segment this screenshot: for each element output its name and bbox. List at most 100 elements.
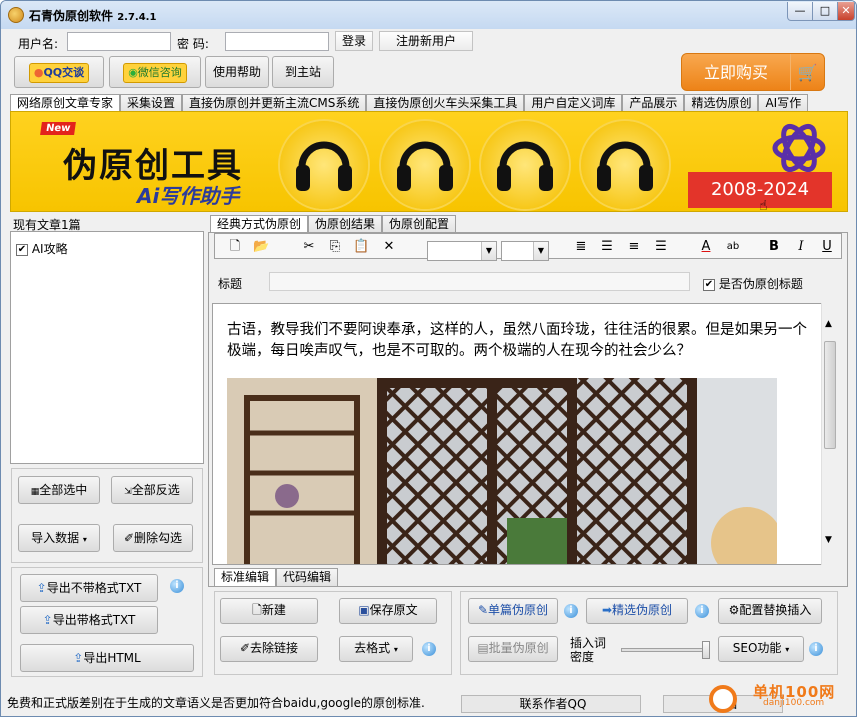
help-info-icon[interactable]: i bbox=[695, 604, 709, 618]
register-button[interactable]: 注册新用户 bbox=[379, 31, 473, 51]
help-info-icon[interactable]: i bbox=[564, 604, 578, 618]
maximize-button[interactable]: □ bbox=[812, 2, 838, 21]
arrow-right-icon: ➡ bbox=[601, 603, 613, 617]
tab-custom-dictionary[interactable]: 用户自定义词库 bbox=[524, 94, 623, 112]
export-formatted-txt-button[interactable]: ⇪导出带格式TXT bbox=[20, 606, 158, 634]
align-justify-icon[interactable]: ≣ bbox=[573, 239, 589, 255]
promo-banner[interactable]: New 伪原创工具 Ai写作助手 2008-2024 ☝ bbox=[10, 111, 848, 212]
batch-pseudo-button[interactable]: ▤批量伪原创 bbox=[468, 636, 558, 662]
align-center-icon[interactable]: ≡ bbox=[626, 239, 642, 255]
editor-scrollbar[interactable]: ▲ ▼ bbox=[821, 303, 838, 565]
tab-collect-settings[interactable]: 采集设置 bbox=[120, 94, 183, 112]
density-slider[interactable] bbox=[621, 641, 710, 659]
export-icon: ⇪ bbox=[73, 651, 84, 665]
tab-classic-pseudo[interactable]: 经典方式伪原创 bbox=[210, 215, 309, 233]
article-panel: 现有文章1篇 ✔ AI攻略 bbox=[10, 215, 204, 464]
slider-thumb[interactable] bbox=[702, 641, 710, 659]
new-button[interactable]: 🗋新建 bbox=[220, 598, 318, 624]
save-original-button[interactable]: ▣保存原文 bbox=[339, 598, 437, 624]
tab-product-showcase[interactable]: 产品展示 bbox=[622, 94, 685, 112]
help-info-icon[interactable]: i bbox=[809, 642, 823, 656]
copy-icon[interactable]: ⎘ bbox=[327, 239, 343, 255]
dropdown-arrow-icon: ▾ bbox=[82, 535, 87, 544]
italic-icon[interactable]: I bbox=[793, 239, 809, 255]
help-info-icon[interactable]: i bbox=[170, 579, 184, 593]
new-doc-icon[interactable]: 🗋 bbox=[227, 239, 243, 255]
seo-function-dropdown[interactable]: SEO功能 ▾ bbox=[718, 636, 804, 662]
watermark-url: danji100.com bbox=[763, 698, 825, 708]
scroll-down-icon[interactable]: ▼ bbox=[825, 535, 832, 545]
underline-icon[interactable]: U bbox=[819, 239, 835, 255]
username-label: 用户名: bbox=[18, 37, 59, 51]
title-bar: 石青伪原创软件 2.7.4.1 — □ ✕ bbox=[1, 1, 856, 29]
main-site-button[interactable]: 到主站 bbox=[272, 56, 334, 88]
tab-standard-edit[interactable]: 标准编辑 bbox=[214, 568, 277, 586]
article-list[interactable]: ✔ AI攻略 bbox=[10, 231, 204, 464]
tab-locomotive-tool[interactable]: 直接伪原创火车头采集工具 bbox=[366, 94, 525, 112]
tab-pseudo-config[interactable]: 伪原创配置 bbox=[382, 215, 457, 233]
tab-ai-writing[interactable]: AI写作 bbox=[758, 94, 809, 112]
cut-icon[interactable]: ✂ bbox=[301, 239, 317, 255]
contact-author-button[interactable]: 联系作者QQ bbox=[461, 695, 641, 713]
qq-chat-button[interactable]: ●QQ交谈 bbox=[14, 56, 104, 88]
main-tab-bar: 网络原创文章专家 采集设置 直接伪原创并更新主流CMS系统 直接伪原创火车头采集… bbox=[10, 94, 809, 112]
font-color-icon[interactable]: A bbox=[698, 239, 714, 255]
export-group: ⇪导出不带格式TXT i ⇪导出带格式TXT ⇪导出HTML bbox=[11, 567, 203, 677]
headphones-icon bbox=[481, 121, 569, 209]
selected-pseudo-button[interactable]: ➡精选伪原创 bbox=[586, 598, 688, 624]
select-all-button[interactable]: ▦全部选中 bbox=[18, 476, 100, 504]
login-button[interactable]: 登录 bbox=[335, 31, 373, 51]
config-icon: ⚙ bbox=[728, 603, 740, 617]
font-family-select[interactable]: ▼ bbox=[427, 241, 497, 261]
invert-icon: ⇲ bbox=[124, 487, 132, 497]
wechat-icon: ◉ bbox=[128, 65, 138, 79]
remove-links-button[interactable]: ✐去除链接 bbox=[220, 636, 318, 662]
article-title-input[interactable] bbox=[269, 272, 690, 291]
import-data-dropdown[interactable]: 导入数据 ▾ bbox=[18, 524, 100, 552]
edit-mode-tabs: 标准编辑 代码编辑 bbox=[214, 568, 339, 586]
password-input[interactable] bbox=[225, 32, 329, 51]
list-actions-group: ▦全部选中 ⇲全部反选 导入数据 ▾ ✐删除勾选 bbox=[11, 468, 203, 563]
single-pseudo-button[interactable]: ✎单篇伪原创 bbox=[468, 598, 558, 624]
dropdown-arrow-icon: ▾ bbox=[785, 645, 790, 654]
invert-select-button[interactable]: ⇲全部反选 bbox=[111, 476, 193, 504]
tab-code-edit[interactable]: 代码编辑 bbox=[276, 568, 339, 586]
align-right-icon[interactable]: ☰ bbox=[653, 239, 669, 255]
wechat-button[interactable]: ◉微信咨询 bbox=[109, 56, 201, 88]
font-size-select[interactable]: ▼ bbox=[501, 241, 549, 261]
tab-selected-pseudo[interactable]: 精选伪原创 bbox=[684, 94, 759, 112]
select-all-icon: ▦ bbox=[30, 487, 40, 497]
list-item[interactable]: ✔ AI攻略 bbox=[16, 240, 68, 257]
close-button[interactable]: ✕ bbox=[837, 2, 855, 21]
export-html-button[interactable]: ⇪导出HTML bbox=[20, 644, 194, 672]
bold-icon[interactable]: B bbox=[766, 239, 782, 255]
delete-icon[interactable]: ✕ bbox=[381, 239, 397, 255]
scroll-up-icon[interactable]: ▲ bbox=[825, 319, 832, 329]
export-plain-txt-button[interactable]: ⇪导出不带格式TXT bbox=[20, 574, 158, 602]
tab-cms-update[interactable]: 直接伪原创并更新主流CMS系统 bbox=[182, 94, 367, 112]
tab-pseudo-result[interactable]: 伪原创结果 bbox=[308, 215, 383, 233]
help-info-icon[interactable]: i bbox=[422, 642, 436, 656]
scrollbar-thumb[interactable] bbox=[824, 341, 836, 449]
rich-text-editor[interactable]: 古语，教导我们不要阿谀奉承，这样的人，虽然八面玲珑，往往活的很累。但是如果另一个… bbox=[212, 303, 838, 565]
remove-format-dropdown[interactable]: 去格式 ▾ bbox=[339, 636, 413, 662]
document-actions-group: 🗋新建 ▣保存原文 ✐去除链接 去格式 ▾ i bbox=[214, 591, 452, 675]
minimize-button[interactable]: — bbox=[787, 2, 813, 21]
config-replace-button[interactable]: ⚙配置替换插入 bbox=[718, 598, 822, 624]
highlight-icon[interactable]: ab bbox=[725, 239, 741, 255]
delete-checked-button[interactable]: ✐删除勾选 bbox=[113, 524, 193, 552]
tab-article-expert[interactable]: 网络原创文章专家 bbox=[10, 94, 121, 112]
password-label: 密 码: bbox=[177, 37, 209, 51]
openai-logo-icon bbox=[772, 123, 826, 172]
article-checkbox[interactable]: ✔ bbox=[16, 243, 28, 256]
save-icon: ▣ bbox=[358, 603, 370, 617]
watermark-logo: 单机100网 danji100.com bbox=[709, 681, 853, 715]
align-left-icon[interactable]: ☰ bbox=[599, 239, 615, 255]
paste-icon[interactable]: 📋 bbox=[353, 239, 369, 255]
username-input[interactable] bbox=[67, 32, 171, 51]
buy-now-button[interactable]: 立即购买 🛒 bbox=[681, 53, 825, 91]
checkbox[interactable]: ✔ bbox=[703, 278, 715, 291]
help-button[interactable]: 使用帮助 bbox=[205, 56, 269, 88]
pseudo-title-checkbox[interactable]: ✔ 是否伪原创标题 bbox=[703, 275, 803, 292]
open-folder-icon[interactable]: 📂 bbox=[253, 239, 269, 255]
